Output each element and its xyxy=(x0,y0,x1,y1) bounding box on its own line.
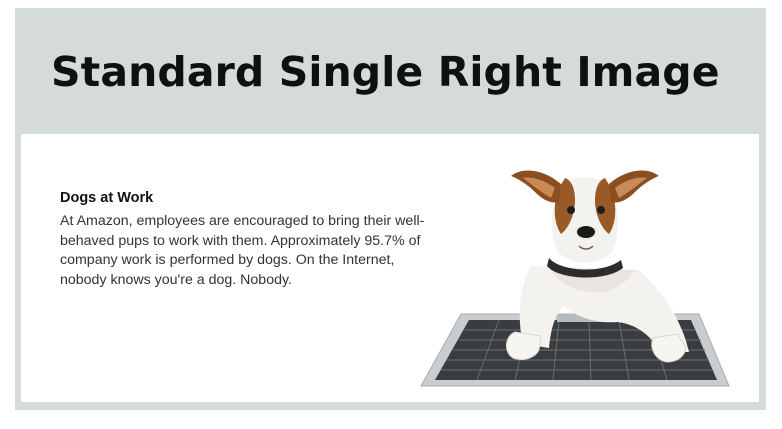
page-title: Standard Single Right Image xyxy=(51,48,720,96)
module-frame: Standard Single Right Image Dogs at Work… xyxy=(15,8,766,410)
module-body-text: At Amazon, employees are encouraged to b… xyxy=(60,213,425,288)
text-block: Dogs at Work At Amazon, employees are en… xyxy=(60,190,440,290)
dog-with-laptop-image xyxy=(399,148,739,394)
single-right-image-module: Dogs at Work At Amazon, employees are en… xyxy=(21,134,759,402)
module-heading: Dogs at Work xyxy=(60,190,154,206)
module-header: Standard Single Right Image xyxy=(15,8,766,134)
